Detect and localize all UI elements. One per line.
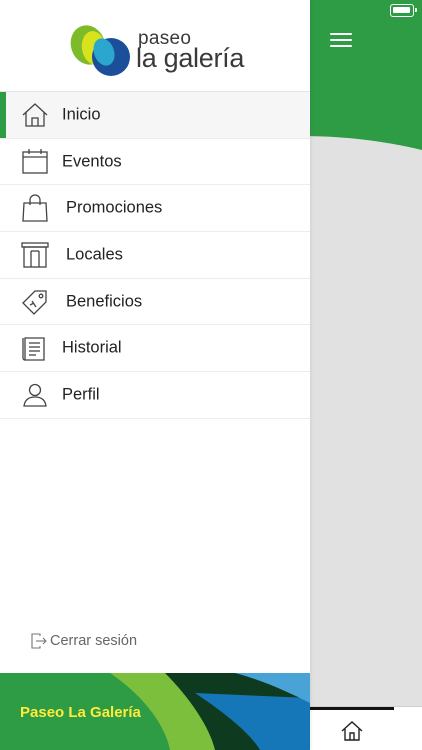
logout-button[interactable]: Cerrar sesión [31, 633, 137, 649]
menu-item-label: Eventos [62, 152, 122, 171]
menu-item-promociones[interactable]: Promociones [0, 185, 310, 233]
shopping-bag-icon [22, 194, 48, 222]
navigation-drawer: paseo la galería Inicio Eventos Promocio… [0, 0, 310, 750]
menu-item-inicio[interactable]: Inicio [0, 92, 310, 139]
menu-item-perfil[interactable]: Perfil [0, 372, 310, 419]
menu-item-label: Locales [66, 245, 123, 264]
history-list-icon [22, 337, 45, 361]
battery-icon [390, 4, 417, 17]
menu-item-label: Promociones [66, 198, 163, 217]
brand-logo: paseo la galería [68, 22, 248, 80]
menu-item-historial[interactable]: Historial [0, 325, 310, 373]
menu-item-label: Perfil [62, 385, 100, 404]
store-icon [21, 242, 49, 268]
tag-icon [22, 289, 47, 315]
menu-item-eventos[interactable]: Eventos [0, 139, 310, 186]
menu-item-beneficios[interactable]: Beneficios [0, 279, 310, 326]
menu-item-label: Historial [62, 338, 122, 357]
bottom-tab-bar [310, 706, 422, 750]
menu-item-label: Beneficios [66, 292, 143, 311]
calendar-icon [22, 148, 48, 174]
logo-leaf-icon [70, 25, 130, 76]
hamburger-menu-icon[interactable] [330, 33, 352, 49]
logo-text-large: la galería [136, 43, 245, 73]
menu-item-label: Inicio [62, 105, 101, 124]
footer-title: Paseo La Galería [20, 704, 141, 721]
bottom-home-icon[interactable] [340, 719, 364, 743]
active-tab-indicator [310, 707, 394, 710]
drawer-footer: Paseo La Galería [0, 673, 310, 750]
home-icon [22, 102, 48, 127]
profile-icon [23, 383, 47, 407]
drawer-menu: Inicio Eventos Promociones Locales Benef [0, 92, 310, 419]
logout-label: Cerrar sesión [50, 633, 138, 649]
logout-icon [31, 633, 47, 649]
menu-item-locales[interactable]: Locales [0, 232, 310, 279]
